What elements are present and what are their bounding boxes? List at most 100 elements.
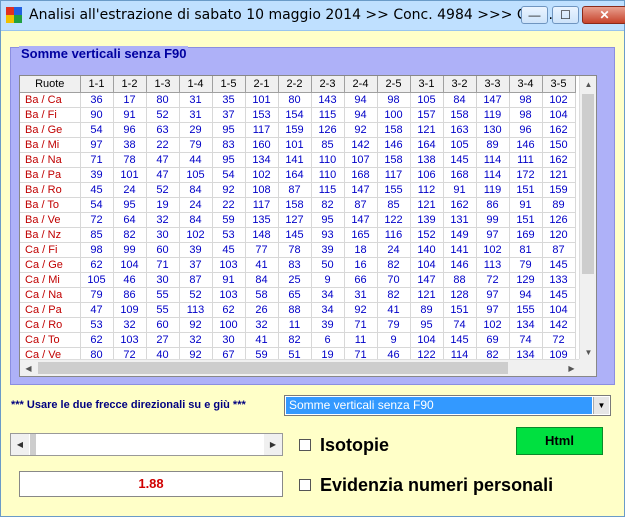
- grid-cell[interactable]: 37: [179, 257, 213, 273]
- grid-cell[interactable]: 30: [146, 272, 180, 288]
- value-slider[interactable]: ◀ ▶: [10, 433, 283, 456]
- grid-cell[interactable]: 38: [113, 137, 147, 153]
- grid-cell[interactable]: 95: [311, 212, 345, 228]
- grid-cell[interactable]: 103: [212, 287, 246, 303]
- grid-row[interactable]: Ba / Fi 90 91 52 31 37 153 154 115 94 100 157 158 119…: [20, 107, 576, 123]
- grid-cell[interactable]: 85: [80, 227, 114, 243]
- grid-cell[interactable]: 30: [146, 227, 180, 243]
- grid-cell[interactable]: 62: [212, 302, 246, 318]
- grid-cell[interactable]: 103: [113, 332, 147, 348]
- grid-row-label[interactable]: Ca / Ro: [20, 317, 81, 333]
- scroll-up-icon[interactable]: ▲: [580, 76, 596, 93]
- grid-cell[interactable]: 157: [410, 107, 444, 123]
- grid-cell[interactable]: 159: [542, 182, 576, 198]
- grid-cell[interactable]: 80: [278, 92, 312, 108]
- grid-cell[interactable]: 44: [179, 152, 213, 168]
- grid-cell[interactable]: 141: [443, 242, 477, 258]
- grid-cell[interactable]: 87: [179, 272, 213, 288]
- grid-cell[interactable]: 55: [146, 302, 180, 318]
- grid-cell[interactable]: 139: [410, 212, 444, 228]
- grid-cell[interactable]: 102: [179, 227, 213, 243]
- grid-cell[interactable]: 16: [344, 257, 378, 273]
- minimize-button[interactable]: —: [521, 6, 548, 24]
- grid-row[interactable]: Ba / Mi 97 38 22 79 83 160 101 85 142 146 164 105 89 1…: [20, 137, 576, 153]
- grid-cell[interactable]: 82: [377, 287, 411, 303]
- grid-cell[interactable]: 115: [311, 182, 345, 198]
- grid-cell[interactable]: 120: [542, 227, 576, 243]
- grid-cell[interactable]: 64: [113, 212, 147, 228]
- grid-cell[interactable]: 34: [311, 287, 345, 303]
- grid-cell[interactable]: 102: [476, 242, 510, 258]
- grid-cell[interactable]: 158: [377, 122, 411, 138]
- grid-cell[interactable]: 141: [278, 152, 312, 168]
- grid-cell[interactable]: 22: [146, 137, 180, 153]
- grid-cell[interactable]: 62: [80, 332, 114, 348]
- grid-row-label[interactable]: Ca / Ge: [20, 257, 81, 273]
- grid-cell[interactable]: 102: [245, 167, 279, 183]
- grid-row[interactable]: Ca / To 62 103 27 32 30 41 82 6 11 9 104 145 69 74 72: [20, 332, 576, 348]
- grid-cell[interactable]: 82: [113, 227, 147, 243]
- grid-cell[interactable]: 90: [80, 107, 114, 123]
- grid-cell[interactable]: 143: [311, 92, 345, 108]
- grid-cell[interactable]: 101: [113, 167, 147, 183]
- grid-cell[interactable]: 98: [509, 92, 543, 108]
- grid-cell[interactable]: 84: [245, 272, 279, 288]
- grid-cell[interactable]: 105: [179, 167, 213, 183]
- grid-cell[interactable]: 121: [410, 122, 444, 138]
- grid-cell[interactable]: 163: [443, 122, 477, 138]
- grid-cell[interactable]: 168: [344, 167, 378, 183]
- grid-row[interactable]: Ba / Ca 36 17 80 31 35 101 80 143 94 98 105 84 147 98 1…: [20, 92, 576, 108]
- grid-cell[interactable]: 162: [542, 122, 576, 138]
- grid-cell[interactable]: 91: [113, 107, 147, 123]
- grid-cell[interactable]: 41: [245, 257, 279, 273]
- grid-row[interactable]: Ba / Ro 45 24 52 84 92 108 87 115 147 155 112 91 119 1…: [20, 182, 576, 198]
- grid-cell[interactable]: 133: [542, 272, 576, 288]
- grid-cell[interactable]: 9: [377, 332, 411, 348]
- grid-cell[interactable]: 65: [278, 287, 312, 303]
- grid-cell[interactable]: 142: [542, 317, 576, 333]
- grid-cell[interactable]: 102: [542, 92, 576, 108]
- grid-cell[interactable]: 47: [80, 302, 114, 318]
- grid-row[interactable]: Ca / Mi 105 46 30 87 91 84 25 9 66 70 147 88 72 129 133: [20, 272, 576, 288]
- grid-cell[interactable]: 95: [113, 197, 147, 213]
- grid-cell[interactable]: 36: [80, 92, 114, 108]
- grid-cell[interactable]: 130: [476, 122, 510, 138]
- grid-cell[interactable]: 155: [377, 182, 411, 198]
- grid-cell[interactable]: 110: [311, 152, 345, 168]
- grid-cell[interactable]: 39: [80, 167, 114, 183]
- grid-row-label[interactable]: Ca / Pa: [20, 302, 81, 318]
- grid-column-header[interactable]: 2-5: [377, 76, 411, 93]
- grid-cell[interactable]: 146: [377, 137, 411, 153]
- grid-cell[interactable]: 88: [278, 302, 312, 318]
- grid-cell[interactable]: 147: [344, 212, 378, 228]
- grid-cell[interactable]: 128: [443, 287, 477, 303]
- grid-cell[interactable]: 31: [179, 107, 213, 123]
- grid-cell[interactable]: 165: [344, 227, 378, 243]
- evidenzia-checkbox[interactable]: [299, 479, 311, 491]
- grid-cell[interactable]: 79: [377, 317, 411, 333]
- grid-cell[interactable]: 39: [311, 242, 345, 258]
- grid-cell[interactable]: 121: [410, 287, 444, 303]
- grid-cell[interactable]: 39: [311, 317, 345, 333]
- slider-thumb[interactable]: [30, 434, 36, 455]
- grid-cell[interactable]: 52: [146, 107, 180, 123]
- grid-cell[interactable]: 111: [509, 152, 543, 168]
- grid-cell[interactable]: 25: [278, 272, 312, 288]
- grid-column-header[interactable]: 1-2: [113, 76, 147, 93]
- vertical-scrollbar[interactable]: ▲ ▼: [579, 76, 596, 361]
- grid-cell[interactable]: 59: [212, 212, 246, 228]
- grid-cell[interactable]: 35: [212, 92, 246, 108]
- grid-row-label[interactable]: Ba / Pa: [20, 167, 81, 183]
- grid-cell[interactable]: 82: [278, 332, 312, 348]
- grid-cell[interactable]: 32: [245, 317, 279, 333]
- grid-cell[interactable]: 22: [212, 197, 246, 213]
- grid-cell[interactable]: 24: [113, 182, 147, 198]
- horizontal-scrollbar[interactable]: ◀ ▶: [20, 359, 596, 376]
- grid-cell[interactable]: 92: [179, 317, 213, 333]
- grid-row-label[interactable]: Ca / To: [20, 332, 81, 348]
- grid-cell[interactable]: 47: [146, 167, 180, 183]
- grid-column-header[interactable]: 1-3: [146, 76, 180, 93]
- grid-row[interactable]: Ba / Na 71 78 47 44 95 134 141 110 107 158 138 145 11…: [20, 152, 576, 168]
- grid-cell[interactable]: 131: [443, 212, 477, 228]
- scroll-left-icon[interactable]: ◀: [20, 360, 37, 376]
